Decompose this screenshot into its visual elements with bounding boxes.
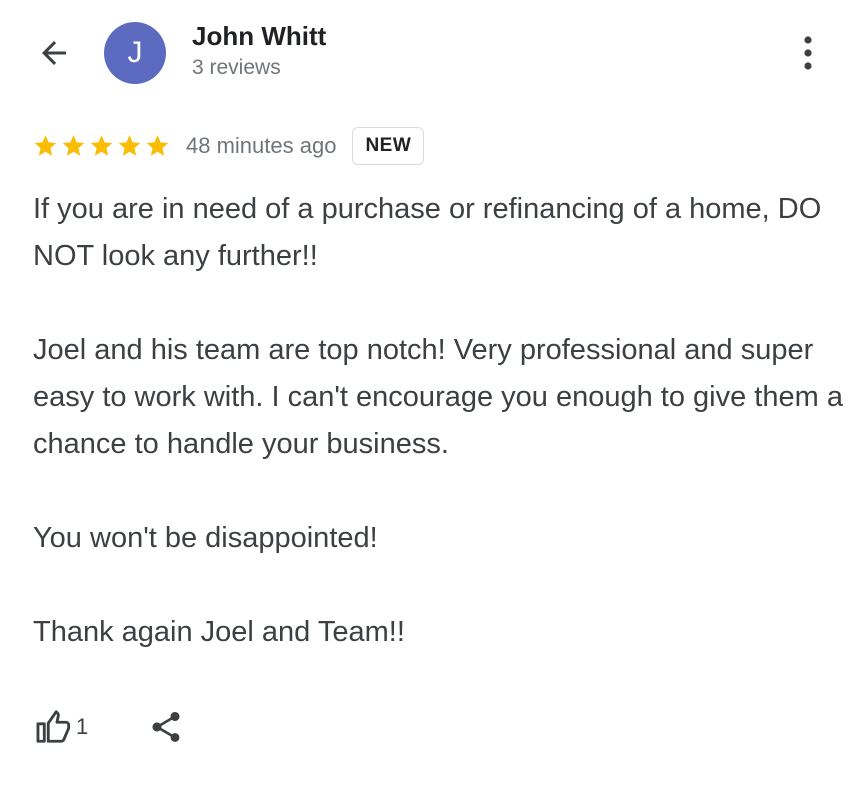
review-time: 48 minutes ago [186, 133, 337, 158]
star-rating [32, 133, 172, 159]
review-page: J John Whitt 3 reviews 48 minutes ago NE… [0, 0, 863, 785]
star-icon [90, 135, 113, 156]
review-actions: 1 [34, 705, 184, 749]
thumbs-up-icon [36, 710, 71, 743]
author-reviews-count: 3 reviews [192, 56, 281, 79]
share-button[interactable] [148, 709, 184, 745]
share-icon [152, 712, 180, 742]
star-icon [118, 135, 141, 156]
star-icon [62, 135, 85, 156]
like-count: 1 [76, 714, 89, 739]
author-name[interactable]: John Whitt [192, 20, 326, 52]
arrow-back-icon [42, 41, 66, 65]
like-button[interactable]: 1 [34, 708, 88, 746]
more-options-button[interactable] [788, 30, 828, 76]
star-icon [146, 135, 169, 156]
review-paragraph: Joel and his team are top notch! Very pr… [33, 334, 843, 460]
review-paragraph: Thank again Joel and Team!! [33, 616, 405, 648]
back-button[interactable] [34, 33, 74, 73]
review-text: If you are in need of a purchase or refi… [33, 186, 843, 656]
rating-row: 48 minutes ago NEW [32, 124, 425, 168]
avatar-initial: J [127, 36, 143, 69]
more-vertical-icon [804, 36, 812, 70]
review-paragraph: You won't be disappointed! [33, 522, 378, 554]
star-icon [34, 135, 57, 156]
new-badge: NEW [352, 127, 425, 165]
review-paragraph: If you are in need of a purchase or refi… [33, 193, 822, 272]
avatar[interactable]: J [104, 22, 166, 84]
